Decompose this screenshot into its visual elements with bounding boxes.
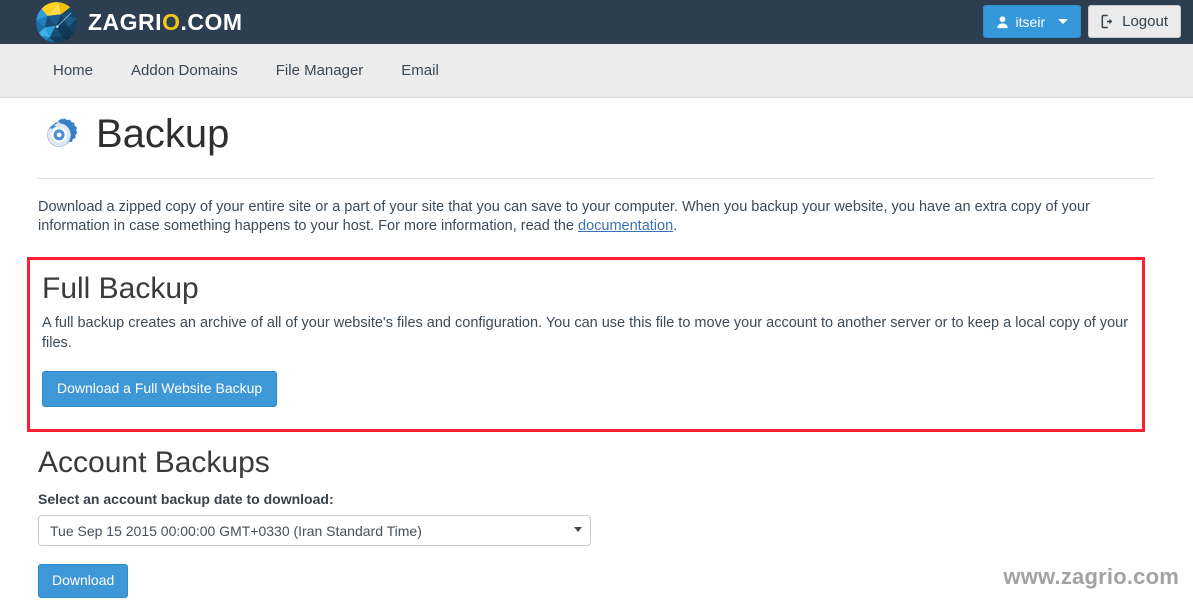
nav-item-addon-domains[interactable]: Addon Domains (112, 44, 257, 98)
header-divider (38, 178, 1155, 179)
logout-label: Logout (1122, 13, 1168, 30)
chevron-down-icon (1058, 19, 1068, 24)
brand-text-accent: O (162, 9, 180, 35)
user-menu-label: itseir (1016, 14, 1046, 30)
account-backups-section: Account Backups Select an account backup… (38, 446, 1155, 598)
full-backup-title: Full Backup (42, 272, 1130, 307)
zagrio-logo-icon (36, 2, 77, 43)
download-full-website-backup-button[interactable]: Download a Full Website Backup (42, 371, 277, 407)
backup-date-select-wrapper: Tue Sep 15 2015 00:00:00 GMT+0330 (Iran … (38, 515, 591, 546)
download-button[interactable]: Download (38, 564, 128, 598)
page-content: Backup Download a zipped copy of your en… (0, 98, 1193, 598)
watermark: www.zagrio.com (1003, 564, 1179, 590)
nav-item-home[interactable]: Home (42, 44, 112, 98)
documentation-link[interactable]: documentation (578, 218, 673, 234)
main-nav: Home Addon Domains File Manager Email (0, 44, 1193, 98)
logout-button[interactable]: Logout (1088, 5, 1181, 38)
brand-text-suffix: .COM (180, 9, 242, 35)
user-icon (996, 15, 1009, 29)
logout-icon (1101, 14, 1116, 29)
account-backups-title: Account Backups (38, 446, 1155, 481)
top-bar: ZAGRIO.COM itseir Logout (0, 0, 1193, 44)
nav-item-email[interactable]: Email (382, 44, 458, 98)
page-title: Backup (96, 114, 229, 154)
brand-name: ZAGRIO.COM (88, 11, 243, 34)
page-intro: Download a zipped copy of your entire si… (38, 198, 1155, 237)
topbar-actions: itseir Logout (983, 5, 1181, 38)
user-menu-button[interactable]: itseir (983, 5, 1082, 38)
page-intro-suffix: . (673, 218, 677, 234)
brand-text-prefix: ZAGRI (88, 9, 162, 35)
full-backup-highlight-box: Full Backup A full backup creates an arc… (27, 257, 1145, 432)
backup-date-label: Select an account backup date to downloa… (38, 491, 1155, 507)
brand[interactable]: ZAGRIO.COM (36, 2, 243, 43)
backup-date-select[interactable]: Tue Sep 15 2015 00:00:00 GMT+0330 (Iran … (38, 515, 591, 546)
page-header: Backup (38, 98, 1155, 156)
full-backup-description: A full backup creates an archive of all … (42, 314, 1130, 353)
backup-gear-icon (38, 112, 82, 156)
page-intro-text: Download a zipped copy of your entire si… (38, 199, 1090, 234)
nav-item-file-manager[interactable]: File Manager (257, 44, 383, 98)
backup-date-selected-value: Tue Sep 15 2015 00:00:00 GMT+0330 (Iran … (50, 523, 422, 539)
